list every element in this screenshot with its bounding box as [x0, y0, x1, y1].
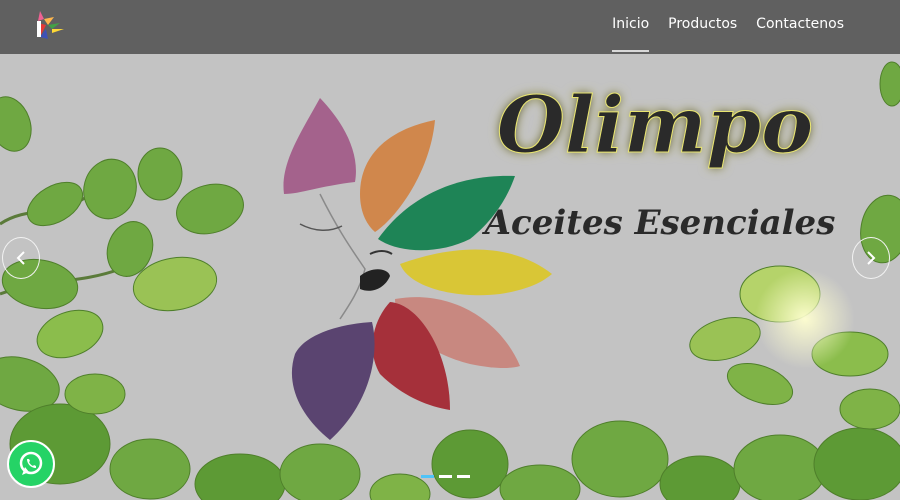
hero-slide-image: Olimpo Aceites Esenciales [0, 54, 900, 500]
olimpo-logo-icon[interactable] [30, 9, 68, 43]
brand-subtitle: Aceites Esenciales [482, 203, 836, 243]
top-navbar: Inicio Productos Contactenos [0, 0, 900, 54]
carousel-indicator-1[interactable] [421, 475, 434, 478]
carousel-next-button[interactable] [852, 237, 890, 279]
whatsapp-button[interactable] [7, 440, 55, 488]
carousel-indicator-3[interactable] [457, 475, 470, 478]
whatsapp-icon [19, 451, 43, 475]
brand-title: Olimpo [497, 80, 813, 171]
nav-links: Inicio Productos Contactenos [593, 0, 844, 54]
nav-item-productos[interactable]: Productos [668, 0, 737, 54]
nav-item-inicio[interactable]: Inicio [612, 0, 650, 54]
nav-item-contactenos[interactable]: Contactenos [756, 0, 844, 54]
carousel-indicators [421, 475, 475, 478]
carousel-indicator-2[interactable] [439, 475, 452, 478]
hero-carousel: Olimpo Aceites Esenciales [0, 54, 900, 500]
carousel-prev-button[interactable] [2, 237, 40, 279]
chevron-left-icon [16, 251, 25, 265]
chevron-right-icon [867, 251, 876, 265]
